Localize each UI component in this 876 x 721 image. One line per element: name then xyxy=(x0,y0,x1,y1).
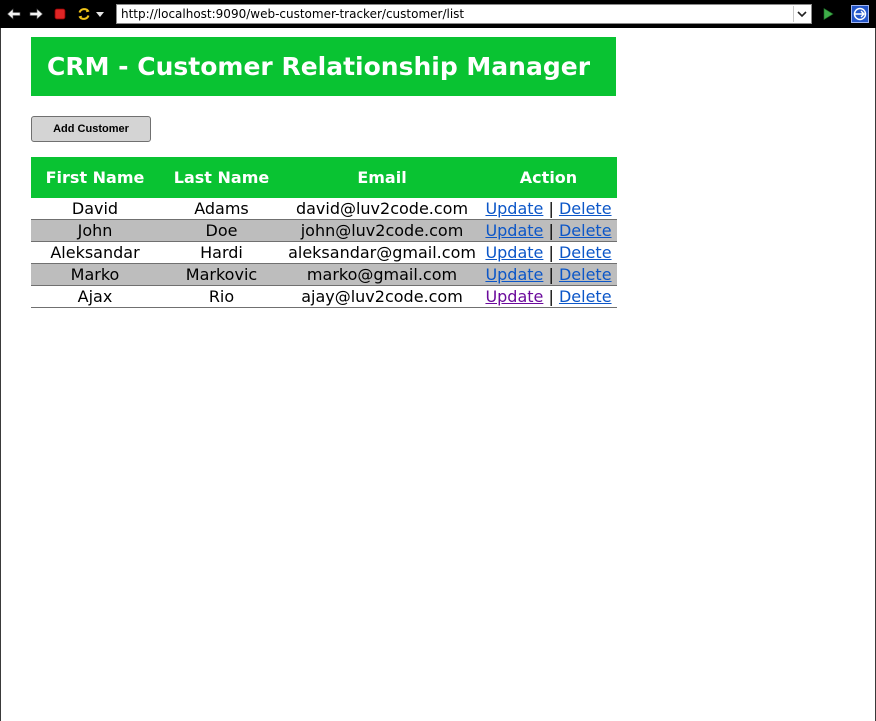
update-link[interactable]: Update xyxy=(485,265,543,284)
cell-last-name: Markovic xyxy=(159,263,284,286)
forward-arrow-icon[interactable] xyxy=(28,6,44,22)
cell-last-name: Doe xyxy=(159,219,284,242)
refresh-icon[interactable] xyxy=(76,6,92,22)
header-first-name: First Name xyxy=(31,157,159,198)
header-last-name: Last Name xyxy=(159,157,284,198)
cell-actions: Update | Delete xyxy=(480,285,617,308)
table-row: Marko Markovic marko@gmail.com Update | … xyxy=(31,263,617,286)
stop-icon[interactable] xyxy=(52,6,68,22)
cell-first-name: John xyxy=(31,219,159,242)
table-row: David Adams david@luv2code.com Update | … xyxy=(31,198,617,220)
cell-email: marko@gmail.com xyxy=(284,263,480,286)
header-email: Email xyxy=(284,157,480,198)
delete-link[interactable]: Delete xyxy=(559,265,612,284)
delete-link[interactable]: Delete xyxy=(559,221,612,240)
delete-link[interactable]: Delete xyxy=(559,243,612,262)
cell-first-name: Ajax xyxy=(31,285,159,308)
add-customer-button[interactable]: Add Customer xyxy=(31,116,151,142)
cell-last-name: Hardi xyxy=(159,241,284,264)
action-separator: | xyxy=(548,243,554,262)
delete-link[interactable]: Delete xyxy=(559,199,612,218)
page-title: CRM - Customer Relationship Manager xyxy=(47,52,591,81)
window-border-left xyxy=(0,28,1,721)
browser-toolbar: http://localhost:9090/web-customer-track… xyxy=(0,0,876,28)
header-action: Action xyxy=(480,157,617,198)
cell-actions: Update | Delete xyxy=(480,241,617,264)
cell-actions: Update | Delete xyxy=(480,198,617,220)
table-row: John Doe john@luv2code.com Update | Dele… xyxy=(31,219,617,242)
cell-first-name: Marko xyxy=(31,263,159,286)
cell-last-name: Rio xyxy=(159,285,284,308)
customer-table: First Name Last Name Email Action David … xyxy=(31,157,617,308)
action-separator: | xyxy=(548,287,554,306)
cell-email: john@luv2code.com xyxy=(284,219,480,242)
cell-email: ajay@luv2code.com xyxy=(284,285,480,308)
chevron-down-icon xyxy=(797,11,807,18)
table-row: Ajax Rio ajay@luv2code.com Update | Dele… xyxy=(31,285,617,308)
cell-last-name: Adams xyxy=(159,198,284,220)
update-link[interactable]: Update xyxy=(485,199,543,218)
address-bar[interactable]: http://localhost:9090/web-customer-track… xyxy=(116,4,812,24)
address-dropdown-button[interactable] xyxy=(793,6,810,22)
action-separator: | xyxy=(548,221,554,240)
cell-actions: Update | Delete xyxy=(480,263,617,286)
table-row: Aleksandar Hardi aleksandar@gmail.com Up… xyxy=(31,241,617,264)
page-header: CRM - Customer Relationship Manager xyxy=(31,37,616,96)
browser-logo-icon[interactable] xyxy=(851,5,869,23)
cell-email: aleksandar@gmail.com xyxy=(284,241,480,264)
address-bar-url[interactable]: http://localhost:9090/web-customer-track… xyxy=(121,7,464,21)
cell-first-name: Aleksandar xyxy=(31,241,159,264)
delete-link[interactable]: Delete xyxy=(559,287,612,306)
update-link[interactable]: Update xyxy=(485,287,543,306)
action-separator: | xyxy=(548,265,554,284)
update-link[interactable]: Update xyxy=(485,221,543,240)
cell-first-name: David xyxy=(31,198,159,220)
cell-actions: Update | Delete xyxy=(480,219,617,242)
action-separator: | xyxy=(548,199,554,218)
go-play-icon[interactable] xyxy=(820,6,836,22)
back-arrow-icon[interactable] xyxy=(6,6,22,22)
update-link[interactable]: Update xyxy=(485,243,543,262)
refresh-dropdown-chevron-icon[interactable] xyxy=(94,6,106,22)
cell-email: david@luv2code.com xyxy=(284,198,480,220)
table-header-row: First Name Last Name Email Action xyxy=(31,157,617,198)
